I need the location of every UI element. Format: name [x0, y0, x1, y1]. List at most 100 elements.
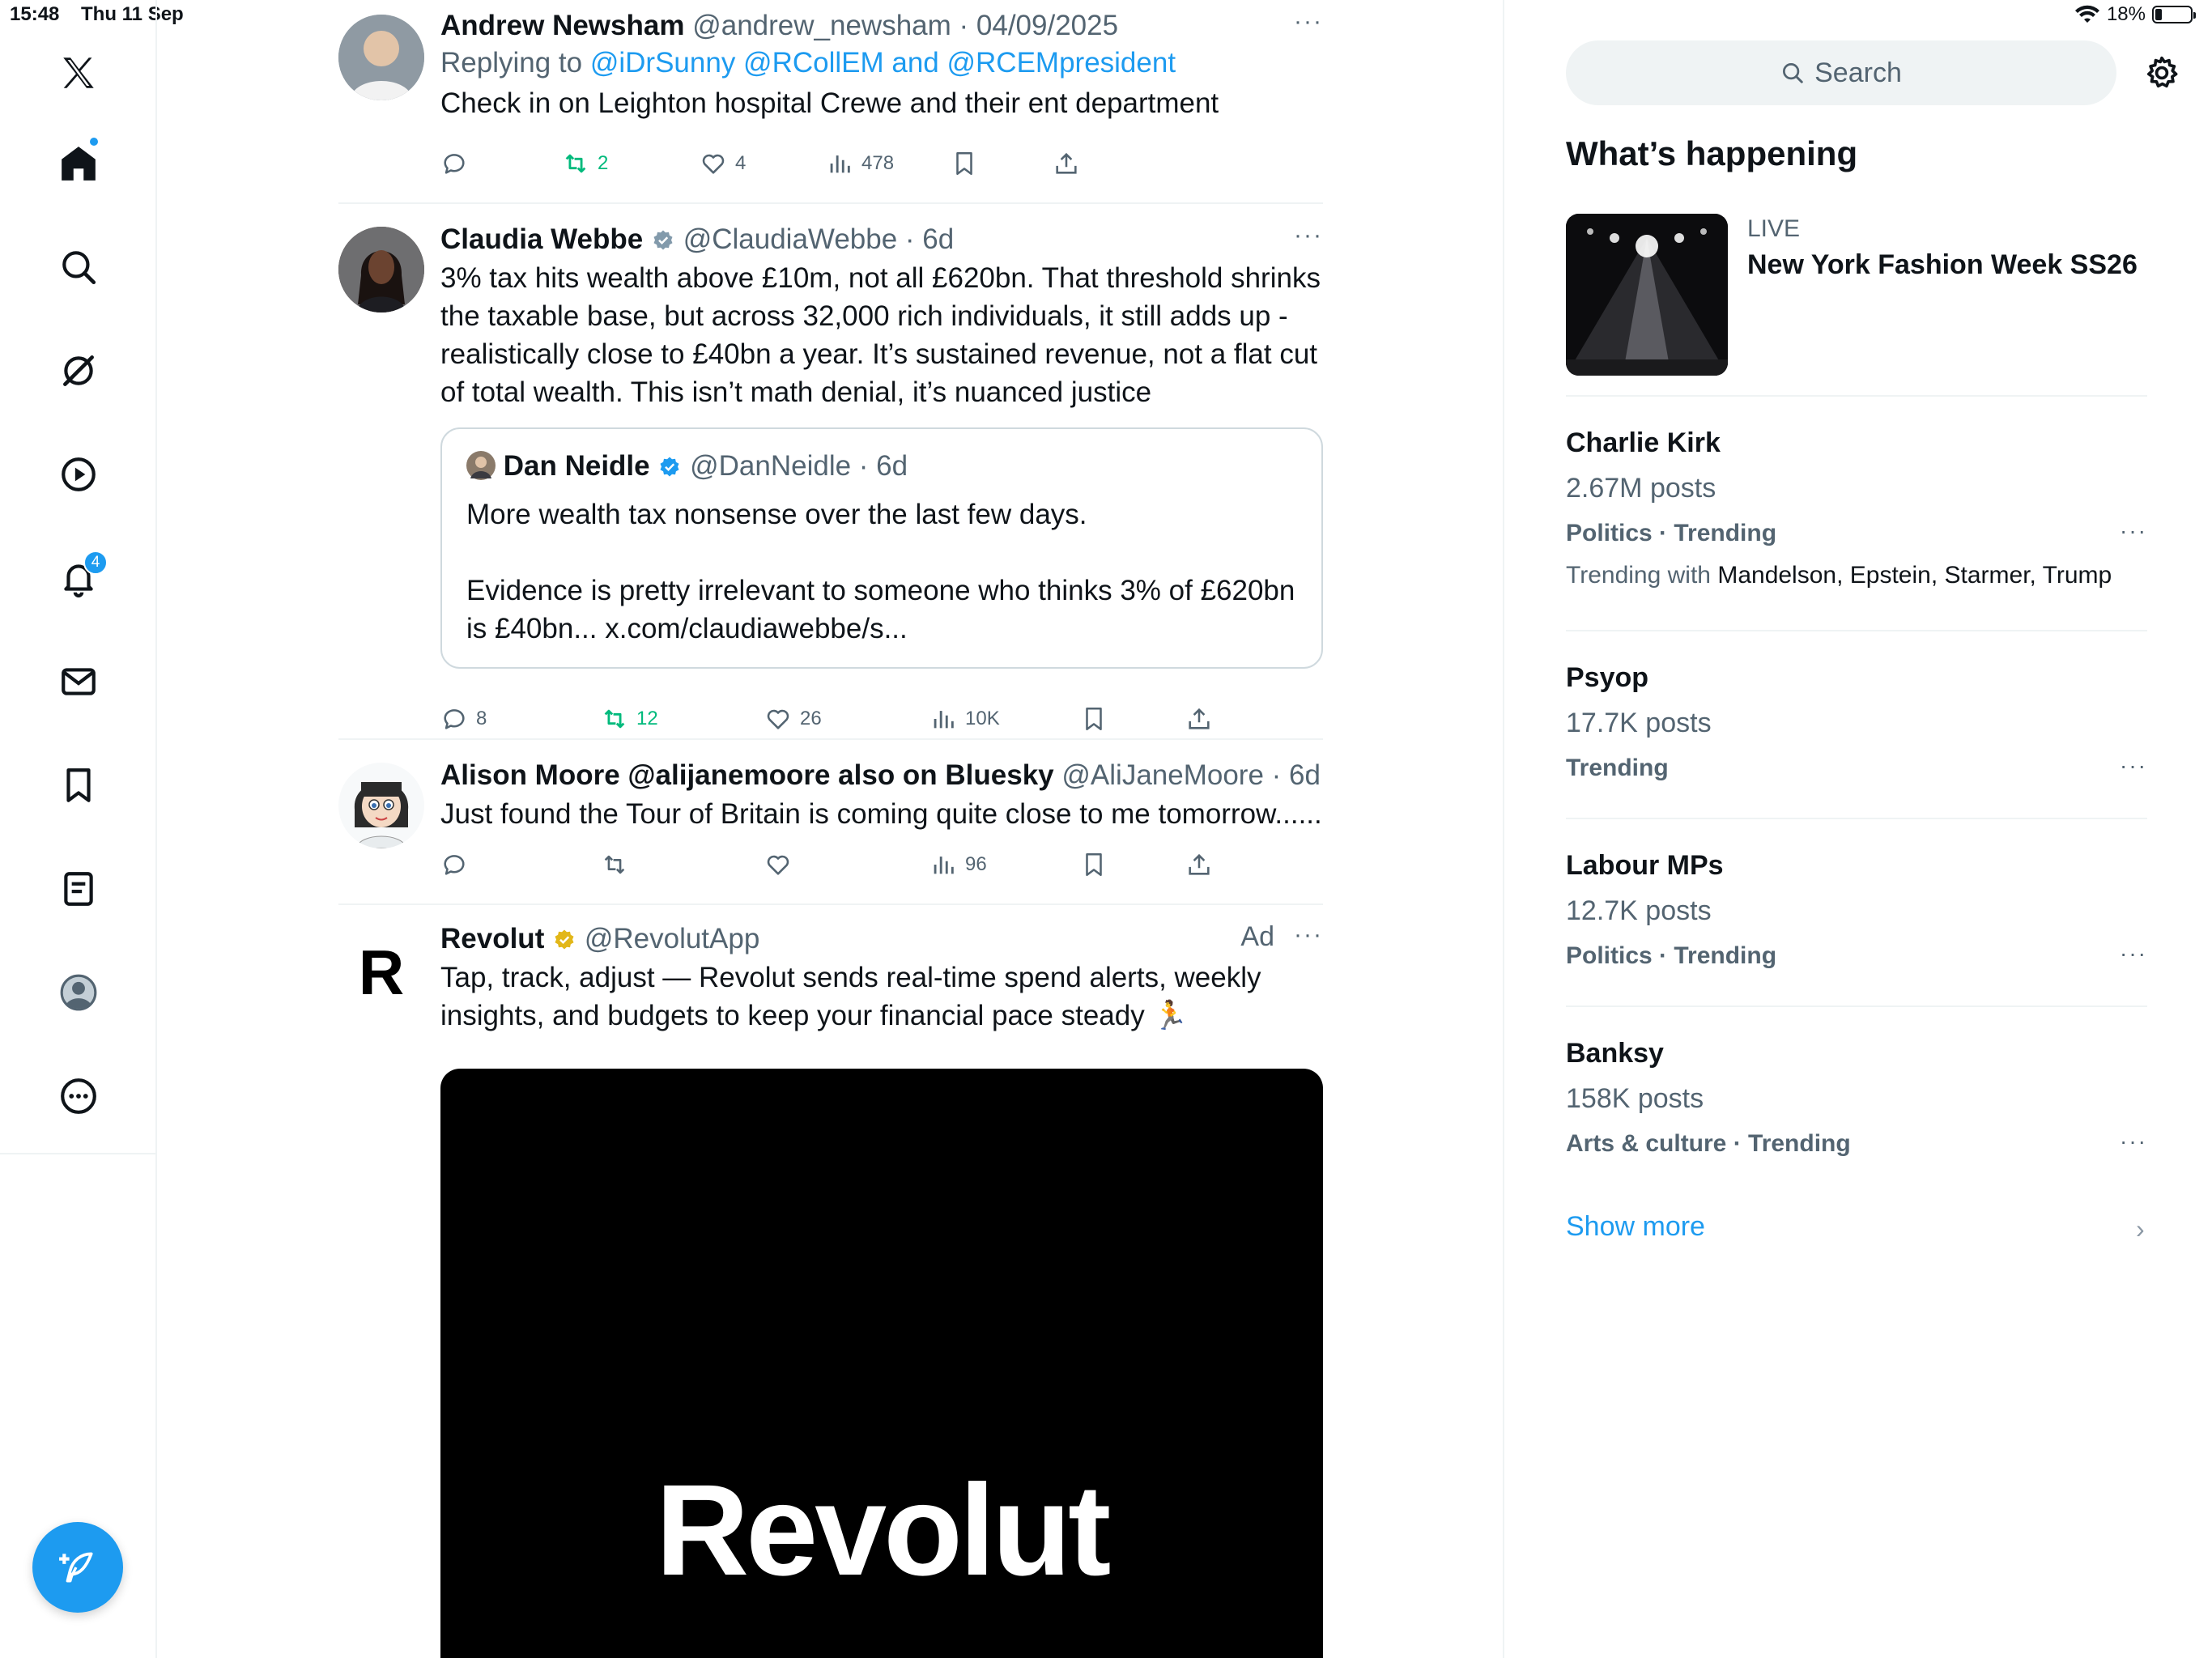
replying-prefix: Replying to: [440, 47, 583, 79]
retweet-icon: [604, 855, 625, 874]
x-logo-icon[interactable]: [38, 32, 119, 113]
app-root: 15:48 Thu 11 Sep 18% 4 Andrew Newsham @a…: [0, 0, 2212, 1658]
retweet-button[interactable]: 12: [601, 705, 658, 733]
show-more-link[interactable]: Show more: [1566, 1211, 1705, 1243]
tweet-alison-moore[interactable]: Alison Moore @alijanemoore also on Blues…: [338, 740, 1323, 905]
nav-bookmarks[interactable]: [38, 745, 119, 826]
live-event-card[interactable]: LIVE New York Fashion Week SS26: [1566, 214, 2147, 395]
tweet-date[interactable]: 6d: [922, 223, 954, 255]
views-button[interactable]: 10K: [929, 705, 1000, 733]
tweet-text: 3% tax hits wealth above £10m, not all £…: [440, 262, 1321, 408]
more-icon[interactable]: ···: [1294, 8, 1323, 36]
quote-date: 6d: [876, 450, 908, 482]
more-icon[interactable]: ···: [2120, 1129, 2147, 1154]
author-handle[interactable]: @ClaudiaWebbe: [683, 223, 897, 255]
like-button[interactable]: 4: [700, 150, 746, 177]
more-icon[interactable]: ···: [2120, 941, 2147, 967]
replying-to-handles[interactable]: @iDrSunny @RCollEM and @RCEMpresident: [590, 47, 1176, 79]
author-name[interactable]: Andrew Newsham: [440, 10, 684, 41]
nav-notifications[interactable]: 4: [38, 538, 119, 619]
quote-avatar[interactable]: [466, 451, 496, 480]
feather-plus-icon: [59, 1552, 93, 1583]
nav-home[interactable]: [38, 123, 119, 204]
trending-with-prefix: Trending with: [1566, 562, 1711, 589]
trend-category: Trending: [1566, 755, 1669, 781]
more-icon[interactable]: ···: [2120, 753, 2147, 779]
tweet-andrew-newsham[interactable]: Andrew Newsham @andrew_newsham · 04/09/2…: [338, 0, 1323, 204]
author-handle[interactable]: @RevolutApp: [585, 923, 759, 954]
reply-icon: [444, 709, 465, 729]
avatar[interactable]: [338, 15, 424, 100]
chevron-right-icon[interactable]: ›: [2136, 1214, 2145, 1244]
tweet-text: Check in on Leighton hospital Crewe and …: [440, 87, 1219, 119]
author-name[interactable]: Claudia Webbe: [440, 223, 643, 255]
bookmark-icon: [66, 768, 91, 802]
bar-chart-icon: [934, 857, 954, 874]
avatar[interactable]: [338, 227, 424, 312]
author-handle[interactable]: @AliJaneMoore: [1061, 759, 1264, 791]
tweet-revolut-ad[interactable]: R Revolut @RevolutApp Ad ··· Tap, track,…: [338, 905, 1323, 1658]
profile-avatar-icon: [60, 974, 97, 1011]
search-icon: [1783, 63, 1803, 83]
trend-item[interactable]: Banksy 158K posts Arts & culture · Trend…: [1566, 1005, 2147, 1184]
more-icon[interactable]: ···: [1294, 222, 1323, 249]
bookmark-button[interactable]: [1080, 705, 1108, 733]
reply-button[interactable]: 8: [440, 705, 487, 733]
reply-button[interactable]: [440, 851, 468, 878]
share-button[interactable]: [1185, 705, 1213, 733]
like-button[interactable]: [764, 851, 792, 878]
retweet-button[interactable]: [601, 851, 628, 878]
quote-author-name[interactable]: Dan Neidle: [504, 450, 650, 482]
trending-with-terms[interactable]: Mandelson, Epstein, Starmer, Trump: [1717, 562, 2112, 589]
quoted-tweet[interactable]: Dan Neidle @DanNeidle · 6d More wealth t…: [440, 427, 1323, 669]
gear-icon[interactable]: [2144, 55, 2180, 91]
author-handle[interactable]: @andrew_newsham: [692, 10, 951, 41]
nav-lists[interactable]: [38, 848, 119, 929]
live-event-title[interactable]: New York Fashion Week SS26: [1747, 249, 2138, 281]
retweet-icon: [604, 709, 625, 729]
share-button[interactable]: [1053, 150, 1080, 177]
tweet-date[interactable]: 04/09/2025: [976, 10, 1118, 41]
more-icon[interactable]: ···: [1294, 758, 1323, 785]
quote-author-handle[interactable]: @DanNeidle: [690, 450, 851, 482]
trend-item[interactable]: Charlie Kirk 2.67M posts Politics · Tren…: [1566, 395, 2147, 631]
bar-chart-icon: [934, 711, 954, 729]
nav-grok[interactable]: [38, 330, 119, 411]
bookmark-button[interactable]: [1080, 851, 1108, 878]
nav-messages[interactable]: [38, 641, 119, 722]
nav-video[interactable]: [38, 434, 119, 515]
tweet-actions: 2 4 478: [440, 147, 1323, 180]
compose-post-button[interactable]: [32, 1522, 123, 1613]
tweet-claudia-webbe[interactable]: Claudia Webbe @ClaudiaWebbe · 6d 3% tax …: [338, 204, 1323, 740]
ad-media[interactable]: Revolut: [440, 1069, 1323, 1658]
nav-profile[interactable]: [38, 952, 119, 1033]
avatar[interactable]: [338, 763, 424, 848]
share-button[interactable]: [1185, 851, 1213, 878]
reply-button[interactable]: [440, 150, 468, 177]
trend-item[interactable]: Labour MPs 12.7K posts Politics · Trendi…: [1566, 818, 2147, 1005]
views-button[interactable]: 96: [929, 851, 987, 878]
side-nav: 4: [0, 0, 157, 1658]
author-name[interactable]: Revolut: [440, 923, 544, 954]
more-icon[interactable]: ···: [2120, 518, 2147, 544]
live-label: LIVE: [1747, 215, 1801, 242]
more-icon[interactable]: ···: [1294, 921, 1323, 949]
nav-more[interactable]: [38, 1056, 119, 1137]
like-button[interactable]: 26: [764, 705, 822, 733]
trend-name: Psyop: [1566, 662, 1649, 693]
mail-icon: [62, 668, 96, 695]
trend-category: Politics · Trending: [1566, 942, 1777, 969]
trend-item[interactable]: Psyop 17.7K posts Trending ···: [1566, 630, 2147, 818]
bookmark-button[interactable]: [951, 150, 978, 177]
search-input[interactable]: Search: [1566, 40, 2116, 105]
svg-text:R: R: [359, 937, 404, 1008]
nav-search[interactable]: [38, 227, 119, 308]
verified-badge-icon: [653, 230, 673, 250]
heart-icon: [767, 855, 789, 875]
retweet-button[interactable]: 2: [562, 150, 608, 177]
trending-with: Trending with Mandelson, Epstein, Starme…: [1566, 562, 2112, 589]
revolut-logo-avatar[interactable]: R: [338, 929, 424, 1015]
views-button[interactable]: 478: [826, 150, 894, 177]
author-name[interactable]: Alison Moore @alijanemoore also on Blues…: [440, 759, 1054, 791]
heart-icon: [702, 154, 725, 174]
